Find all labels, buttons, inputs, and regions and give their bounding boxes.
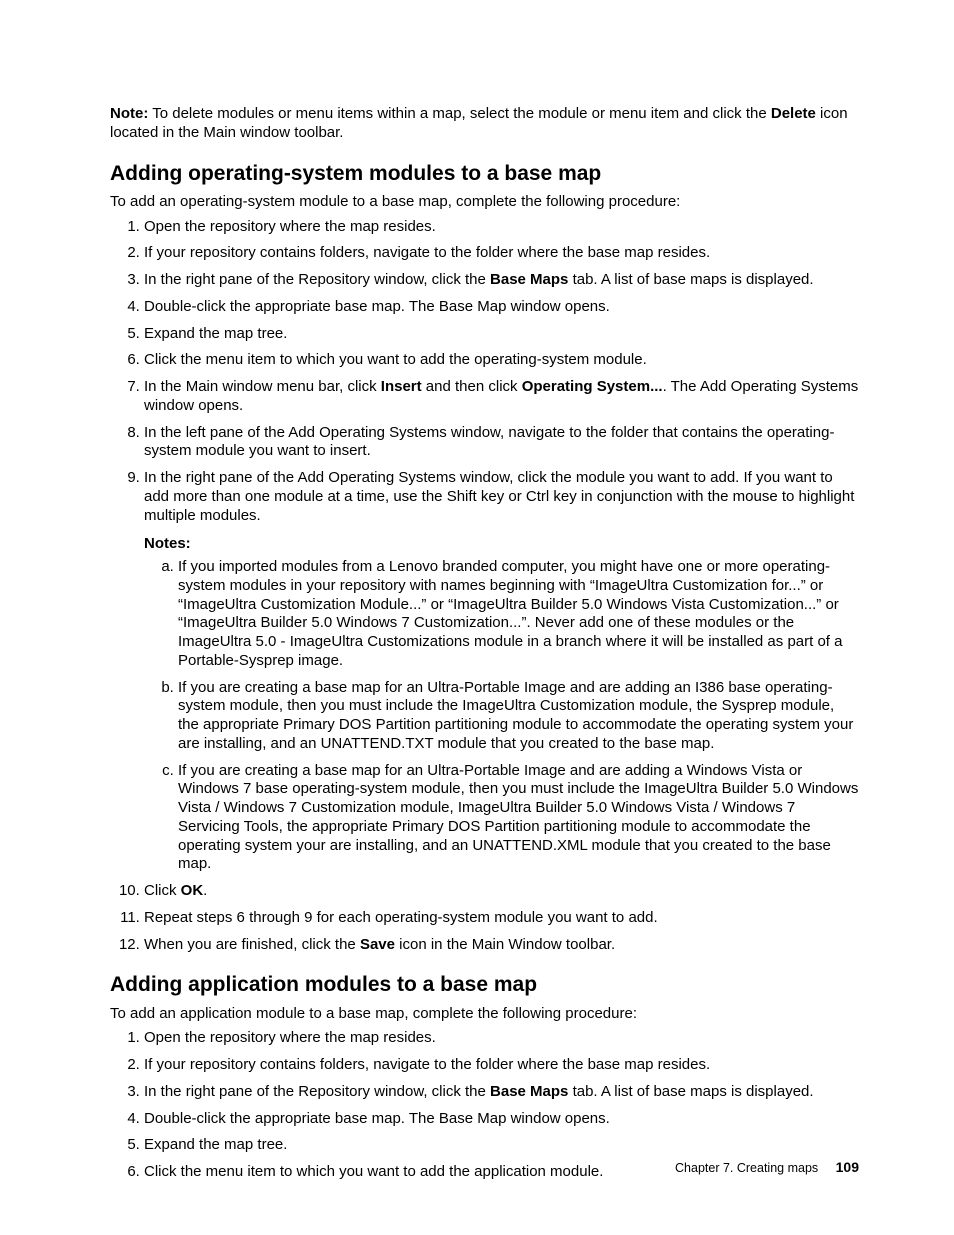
text: In the right pane of the Add Operating S… [144, 469, 854, 524]
section2-heading: Adding application modules to a base map [110, 972, 859, 998]
list-item: In the Main window menu bar, click Inser… [144, 378, 859, 416]
list-item: Expand the map tree. [144, 325, 859, 344]
list-item: Click the menu item to which you want to… [144, 351, 859, 370]
list-item: If you imported modules from a Lenovo br… [178, 558, 859, 671]
document-page: Note: To delete modules or menu items wi… [0, 0, 954, 1235]
note-prefix: Note: [110, 105, 148, 122]
base-maps-bold: Base Maps [490, 271, 568, 288]
list-item: When you are finished, click the Save ic… [144, 936, 859, 955]
list-item: Repeat steps 6 through 9 for each operat… [144, 909, 859, 928]
list-item: In the right pane of the Add Operating S… [144, 469, 859, 874]
save-bold: Save [360, 936, 395, 953]
list-item: Open the repository where the map reside… [144, 218, 859, 237]
list-item: In the left pane of the Add Operating Sy… [144, 424, 859, 462]
section1-intro: To add an operating-system module to a b… [110, 193, 859, 212]
text: icon in the Main Window toolbar. [395, 936, 615, 953]
list-item: If your repository contains folders, nav… [144, 244, 859, 263]
notes-sublist: If you imported modules from a Lenovo br… [144, 558, 859, 874]
section1-ordered-list: Open the repository where the map reside… [110, 218, 859, 955]
text: and then click [422, 378, 522, 395]
page-footer: Chapter 7. Creating maps 109 [675, 1159, 859, 1177]
list-item: Double-click the appropriate base map. T… [144, 1110, 859, 1129]
text: . [203, 882, 207, 899]
list-item: If your repository contains folders, nav… [144, 1056, 859, 1075]
list-item: In the right pane of the Repository wind… [144, 1083, 859, 1102]
footer-page-number: 109 [836, 1159, 859, 1175]
text: In the right pane of the Repository wind… [144, 1083, 490, 1100]
text: tab. A list of base maps is displayed. [568, 1083, 813, 1100]
list-item: If you are creating a base map for an Ul… [178, 679, 859, 754]
list-item: Click OK. [144, 882, 859, 901]
list-item: Expand the map tree. [144, 1136, 859, 1155]
footer-chapter: Chapter 7. Creating maps [675, 1161, 818, 1175]
text: In the right pane of the Repository wind… [144, 271, 490, 288]
text: Click [144, 882, 181, 899]
operating-system-bold: Operating System... [522, 378, 663, 395]
text: tab. A list of base maps is displayed. [568, 271, 813, 288]
text: In the Main window menu bar, click [144, 378, 381, 395]
section2-intro: To add an application module to a base m… [110, 1005, 859, 1024]
note-paragraph: Note: To delete modules or menu items wi… [110, 105, 859, 143]
ok-bold: OK [181, 882, 204, 899]
note-delete-bold: Delete [771, 105, 816, 122]
list-item: Open the repository where the map reside… [144, 1029, 859, 1048]
list-item: Double-click the appropriate base map. T… [144, 298, 859, 317]
text: When you are finished, click the [144, 936, 360, 953]
insert-bold: Insert [381, 378, 422, 395]
note-body-a: To delete modules or menu items within a… [148, 105, 771, 122]
base-maps-bold: Base Maps [490, 1083, 568, 1100]
section1-heading: Adding operating-system modules to a bas… [110, 161, 859, 187]
list-item: If you are creating a base map for an Ul… [178, 762, 859, 875]
notes-label: Notes: [144, 535, 859, 554]
list-item: In the right pane of the Repository wind… [144, 271, 859, 290]
